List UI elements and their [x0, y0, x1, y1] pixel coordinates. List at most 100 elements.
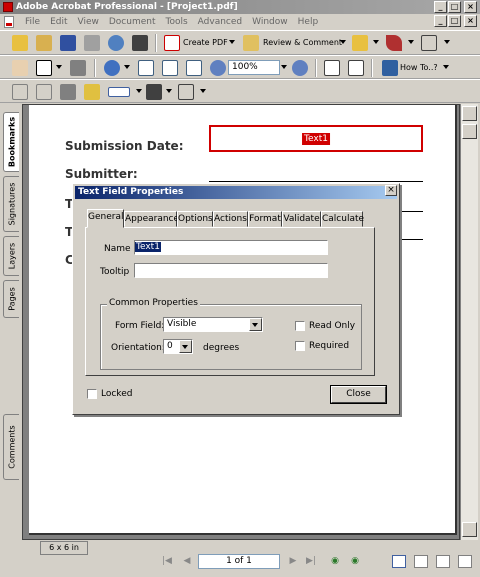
- text1-form-field[interactable]: Text1: [209, 125, 423, 152]
- zoom-out-icon[interactable]: [210, 60, 226, 76]
- locked-checkbox[interactable]: [87, 389, 97, 399]
- menu-edit[interactable]: Edit: [45, 16, 72, 28]
- pages-tab[interactable]: Pages: [3, 280, 19, 318]
- how-to-button[interactable]: How To..?: [400, 62, 438, 74]
- menu-bar: File Edit View Document Tools Advanced W…: [0, 14, 480, 30]
- submitter-label: Submitter:: [65, 167, 138, 181]
- crop-icon[interactable]: [60, 84, 76, 100]
- menu-advanced[interactable]: Advanced: [193, 16, 247, 28]
- read-only-label: Read Only: [309, 321, 356, 331]
- search-binoculars-icon[interactable]: [132, 35, 148, 51]
- select-text-icon[interactable]: [36, 60, 52, 76]
- hand-tool-icon[interactable]: [12, 60, 28, 76]
- name-input-value: Text1: [135, 242, 161, 252]
- movie-tool-icon[interactable]: [146, 84, 162, 100]
- create-pdf-button[interactable]: Create PDF: [183, 37, 228, 49]
- previous-page-button[interactable]: ◀: [180, 555, 194, 568]
- fit-page-icon[interactable]: [162, 60, 178, 76]
- tab-format[interactable]: Format: [248, 211, 282, 227]
- review-comment-button[interactable]: Review & Comment: [263, 37, 342, 49]
- doc-restore-button[interactable]: □: [448, 15, 461, 27]
- next-page-button[interactable]: ▶: [286, 555, 300, 568]
- doc-close-button[interactable]: ×: [464, 15, 477, 27]
- last-page-button[interactable]: ▶|: [304, 555, 318, 568]
- menu-window[interactable]: Window: [247, 16, 293, 28]
- toolbar-file: Create PDF Review & Comment: [0, 30, 480, 55]
- review-comment-icon[interactable]: [243, 35, 259, 51]
- select-object-icon[interactable]: [421, 35, 437, 51]
- close-window-button[interactable]: ×: [464, 1, 477, 13]
- open-icon[interactable]: [12, 35, 28, 51]
- arrow-select-icon[interactable]: [12, 84, 28, 100]
- chevron-down-icon[interactable]: [179, 340, 192, 353]
- form-field-select[interactable]: Visible: [163, 317, 263, 332]
- bookmarks-tab[interactable]: Bookmarks: [3, 112, 19, 172]
- menu-tools[interactable]: Tools: [161, 16, 193, 28]
- scroll-thumb[interactable]: [462, 124, 477, 139]
- scroll-down-button[interactable]: [462, 522, 477, 537]
- menu-file[interactable]: File: [20, 16, 45, 28]
- document-icon: [4, 16, 14, 28]
- tab-options[interactable]: Options: [177, 211, 213, 227]
- zoom-tool-icon[interactable]: [104, 60, 120, 76]
- dialog-close-icon[interactable]: ×: [385, 185, 397, 196]
- menu-view[interactable]: View: [73, 16, 104, 28]
- close-button[interactable]: Close: [330, 385, 387, 404]
- submission-date-label: Submission Date:: [65, 139, 184, 153]
- menu-document[interactable]: Document: [104, 16, 161, 28]
- layers-tab[interactable]: Layers: [3, 236, 19, 276]
- tooltip-input[interactable]: [134, 263, 328, 278]
- create-pdf-icon[interactable]: [164, 35, 180, 51]
- email-icon[interactable]: [108, 35, 124, 51]
- continuous-layout-icon[interactable]: [414, 555, 428, 568]
- fit-width-icon[interactable]: [186, 60, 202, 76]
- navigation-tabs: Bookmarks Signatures Layers Pages Commen…: [0, 104, 22, 540]
- text-field-tool-icon[interactable]: [108, 87, 130, 97]
- zoom-in-icon[interactable]: [292, 60, 308, 76]
- read-only-checkbox[interactable]: [295, 321, 305, 331]
- page-number-input[interactable]: 1 of 1: [198, 554, 280, 569]
- required-label: Required: [309, 341, 350, 351]
- previous-view-icon[interactable]: ◉: [328, 555, 342, 568]
- chevron-down-icon[interactable]: [249, 318, 262, 331]
- tab-general[interactable]: General: [87, 209, 124, 228]
- rotate-view-icon[interactable]: [324, 60, 340, 76]
- maximize-button[interactable]: □: [448, 1, 461, 13]
- required-checkbox[interactable]: [295, 341, 305, 351]
- general-tab-panel: Name Text1 Tooltip Common Properties For…: [85, 227, 375, 376]
- tab-validate[interactable]: Validate: [282, 211, 321, 227]
- sign-pen-icon[interactable]: [386, 35, 402, 51]
- object-touchup-icon[interactable]: [84, 84, 100, 100]
- secure-lock-icon[interactable]: [352, 35, 368, 51]
- tab-calculate[interactable]: Calculate: [321, 211, 364, 227]
- next-view-icon[interactable]: ◉: [348, 555, 362, 568]
- tab-appearance[interactable]: Appearance: [124, 211, 179, 227]
- save-icon[interactable]: [60, 35, 76, 51]
- scroll-up-button[interactable]: [462, 106, 477, 121]
- text-touchup-icon[interactable]: [36, 84, 52, 100]
- minimize-button[interactable]: _: [434, 1, 447, 13]
- tab-actions[interactable]: Actions: [213, 211, 248, 227]
- signatures-tab[interactable]: Signatures: [3, 176, 19, 232]
- doc-minimize-button[interactable]: _: [434, 15, 447, 27]
- vertical-scrollbar[interactable]: [460, 104, 478, 540]
- name-input[interactable]: Text1: [134, 240, 328, 255]
- menu-help[interactable]: Help: [293, 16, 324, 28]
- typewriter-icon[interactable]: [178, 84, 194, 100]
- pages-view-icon[interactable]: [348, 60, 364, 76]
- first-page-button[interactable]: |◀: [160, 555, 174, 568]
- form-field-value: Visible: [167, 319, 197, 329]
- toolbar-view: 100% How To..?: [0, 55, 480, 79]
- snapshot-icon[interactable]: [70, 60, 86, 76]
- zoom-level-input[interactable]: 100%: [228, 60, 280, 75]
- orientation-select[interactable]: 0: [163, 339, 193, 354]
- comments-tab[interactable]: Comments: [3, 414, 19, 480]
- actual-size-icon[interactable]: [138, 60, 154, 76]
- how-to-icon[interactable]: [382, 60, 398, 76]
- print-icon[interactable]: [84, 35, 100, 51]
- single-page-layout-icon[interactable]: [392, 555, 406, 568]
- facing-layout-icon[interactable]: [436, 555, 450, 568]
- continuous-facing-layout-icon[interactable]: [458, 555, 472, 568]
- organizer-icon[interactable]: [36, 35, 52, 51]
- form-field-label: Form Field:: [115, 321, 165, 331]
